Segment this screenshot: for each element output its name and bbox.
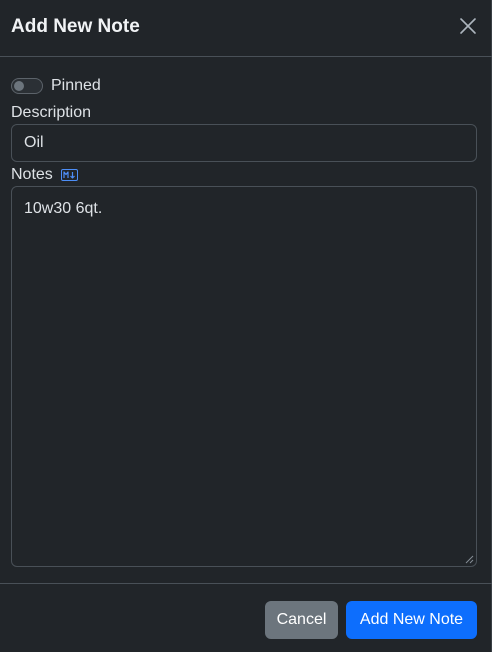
- markdown-icon: [60, 169, 78, 181]
- close-button[interactable]: [456, 14, 480, 38]
- resize-handle-icon[interactable]: [465, 555, 474, 564]
- pinned-toggle[interactable]: [11, 78, 43, 94]
- pinned-label: Pinned: [51, 77, 101, 94]
- add-note-modal: Add New Note Pinned Description Oil Note…: [0, 0, 492, 652]
- description-input[interactable]: Oil: [11, 124, 477, 162]
- modal-footer: Cancel Add New Note: [0, 583, 492, 652]
- notes-textarea[interactable]: 10w30 6qt.: [11, 186, 477, 567]
- add-note-button[interactable]: Add New Note: [346, 601, 477, 639]
- cancel-button[interactable]: Cancel: [265, 601, 338, 639]
- close-icon: [460, 18, 476, 34]
- modal-header: Add New Note: [0, 0, 492, 57]
- pinned-row: Pinned: [11, 76, 101, 96]
- notes-label-row: Notes: [11, 165, 78, 185]
- description-label: Description: [11, 104, 92, 121]
- notes-text: 10w30 6qt.: [24, 200, 103, 217]
- modal-title: Add New Note: [11, 16, 140, 37]
- notes-label: Notes: [11, 166, 53, 183]
- toggle-knob: [14, 81, 24, 91]
